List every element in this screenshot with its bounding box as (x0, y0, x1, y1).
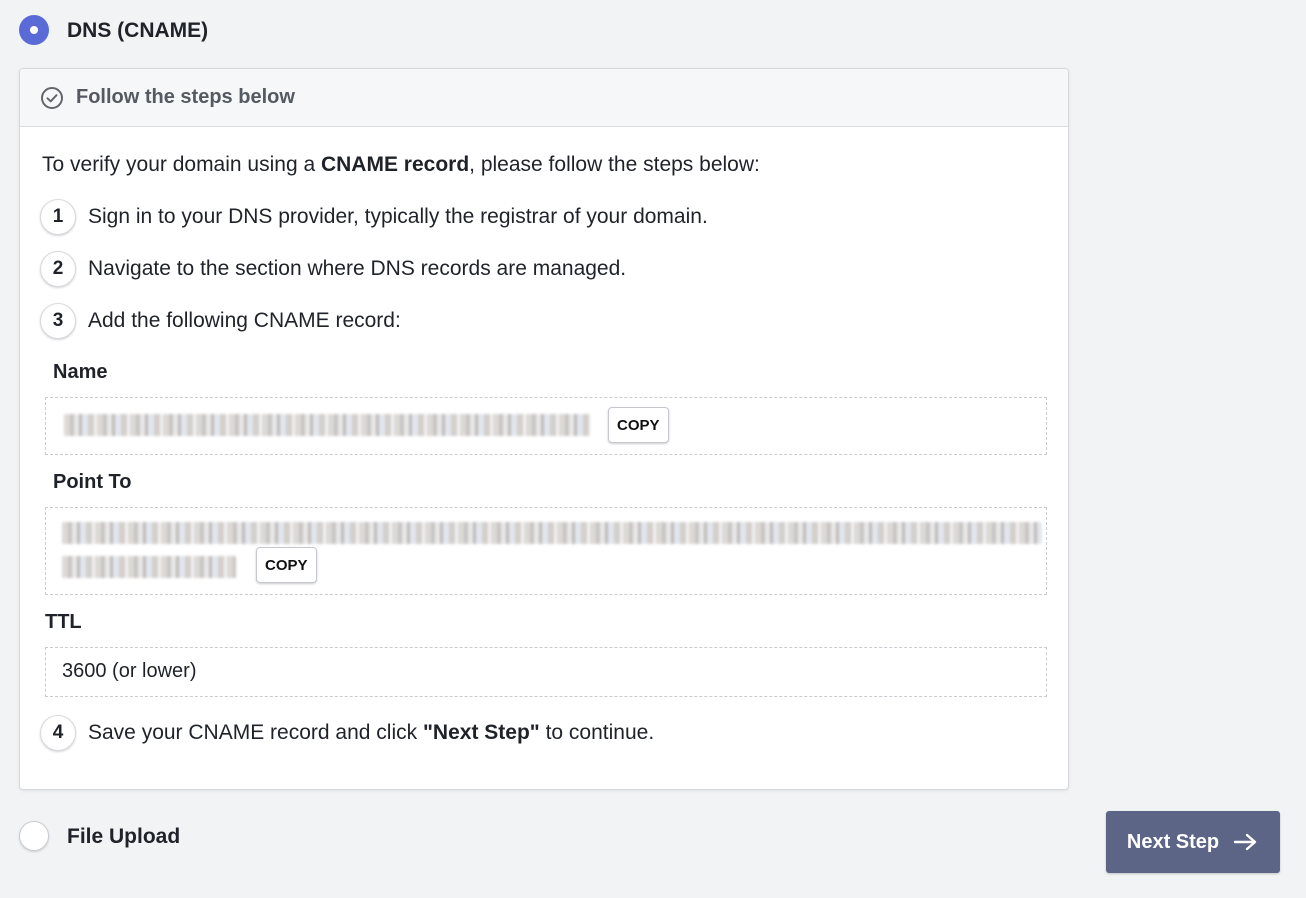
cname-steps-panel: Follow the steps below To verify your do… (19, 68, 1069, 790)
file-upload-radio[interactable] (19, 821, 49, 851)
step-text: Save your CNAME record and click "Next S… (88, 721, 655, 744)
copy-name-button[interactable]: COPY (608, 407, 669, 443)
point-to-label: Point To (53, 471, 132, 493)
panel-title: Follow the steps below (76, 86, 295, 108)
point-to-value-redacted-line2 (62, 556, 236, 578)
dns-cname-radio[interactable] (19, 15, 49, 45)
point-to-value-redacted (62, 522, 1042, 544)
step-1: 1 Sign in to your DNS provider, typicall… (40, 199, 708, 235)
name-field: COPY (45, 397, 1047, 455)
intro-text: To verify your domain using a CNAME reco… (42, 153, 760, 176)
name-value-redacted (64, 414, 590, 436)
radio-dot (30, 26, 38, 34)
step-3: 3 Add the following CNAME record: (40, 303, 401, 339)
step-text: Navigate to the section where DNS record… (88, 257, 627, 280)
step-2: 2 Navigate to the section where DNS reco… (40, 251, 626, 287)
next-step-label: Next Step (1126, 830, 1220, 853)
step-number: 4 (40, 715, 76, 751)
arrow-right-icon (1219, 832, 1259, 852)
ttl-label: TTL (45, 611, 82, 633)
step-number: 2 (40, 251, 76, 287)
check-circle-icon (40, 86, 64, 110)
panel-header: Follow the steps below (20, 69, 1068, 127)
dns-cname-label[interactable]: DNS (CNAME) (67, 19, 208, 43)
point-to-field: COPY (45, 507, 1047, 595)
step-number: 3 (40, 303, 76, 339)
step-text: Sign in to your DNS provider, typically … (88, 205, 708, 228)
step-text: Add the following CNAME record: (88, 309, 401, 332)
copy-point-to-button[interactable]: COPY (256, 547, 317, 583)
file-upload-label[interactable]: File Upload (67, 825, 180, 849)
next-step-button[interactable]: Next Step (1106, 811, 1280, 873)
ttl-value: 3600 (or lower) (62, 660, 197, 682)
step-number: 1 (40, 199, 76, 235)
ttl-field: 3600 (or lower) (45, 647, 1047, 697)
name-label: Name (53, 361, 108, 383)
step-4: 4 Save your CNAME record and click "Next… (40, 715, 654, 751)
